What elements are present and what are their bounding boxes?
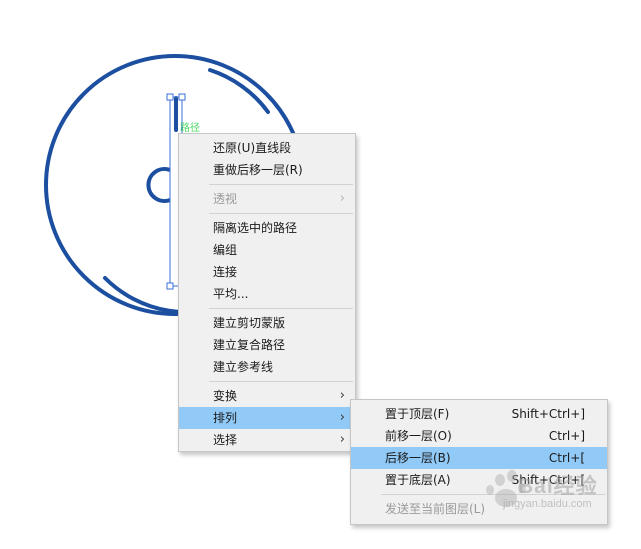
watermark-text: Bai经验 xyxy=(518,475,598,498)
bounding-handle-bottom-left[interactable] xyxy=(166,282,174,290)
bounding-handle-top-right[interactable] xyxy=(178,93,186,101)
chevron-right-icon: › xyxy=(339,410,345,425)
path-anchor-label: 路径 xyxy=(180,123,200,134)
menu-item-make-guides[interactable]: 建立参考线 xyxy=(179,356,355,378)
menu-item-label: 重做后移一层(R) xyxy=(213,163,303,177)
menu-item-transform[interactable]: 变换 › xyxy=(179,385,355,407)
chevron-right-icon: › xyxy=(339,191,345,206)
bounding-handle-top-left[interactable] xyxy=(166,93,174,101)
menu-item-make-compound-path[interactable]: 建立复合路径 xyxy=(179,334,355,356)
menu-item-label: 平均... xyxy=(213,287,249,301)
menu-item-label: 后移一层(B) xyxy=(385,451,451,465)
menu-item-label: 还原(U)直线段 xyxy=(213,141,292,155)
menu-item-select[interactable]: 选择 › xyxy=(179,429,355,451)
menu-item-average[interactable]: 平均... xyxy=(179,283,355,305)
menu-item-perspective: 透视 › xyxy=(179,188,355,210)
menu-item-label: 建立复合路径 xyxy=(213,338,286,352)
menu-item-label: 前移一层(O) xyxy=(385,429,452,443)
menu-separator xyxy=(209,184,353,185)
chevron-right-icon: › xyxy=(339,388,345,403)
menu-item-group[interactable]: 编组 xyxy=(179,239,355,261)
menu-item-label: 编组 xyxy=(213,243,238,257)
menu-separator xyxy=(209,381,353,382)
menu-item-label: 隔离选中的路径 xyxy=(213,221,298,235)
menu-item-label: 变换 xyxy=(213,389,238,403)
menu-item-label: 置于底层(A) xyxy=(385,473,451,487)
menu-separator xyxy=(209,213,353,214)
menu-item-label: 排列 xyxy=(213,411,238,425)
menu-separator xyxy=(209,308,353,309)
menu-item-label: 建立参考线 xyxy=(213,360,274,374)
menu-item-label: 连接 xyxy=(213,265,238,279)
shortcut-label: Ctrl+] xyxy=(548,429,585,443)
menu-item-redo[interactable]: 重做后移一层(R) xyxy=(179,159,355,181)
submenu-item-bring-to-front[interactable]: 置于顶层(F) Shift+Ctrl+] xyxy=(351,403,607,425)
menu-item-make-clipping-mask[interactable]: 建立剪切蒙版 xyxy=(179,312,355,334)
menu-item-label: 建立剪切蒙版 xyxy=(213,316,286,330)
menu-item-undo[interactable]: 还原(U)直线段 xyxy=(179,137,355,159)
menu-item-join[interactable]: 连接 xyxy=(179,261,355,283)
shortcut-label: Shift+Ctrl+] xyxy=(511,407,585,421)
menu-item-arrange[interactable]: 排列 › xyxy=(179,407,355,429)
menu-item-label: 选择 xyxy=(213,433,238,447)
watermark-url: jingyan.baidu.com xyxy=(503,498,592,510)
menu-item-isolate-path[interactable]: 隔离选中的路径 xyxy=(179,217,355,239)
inner-arc-top-path[interactable] xyxy=(208,68,270,114)
menu-item-label: 置于顶层(F) xyxy=(385,407,450,421)
submenu-item-bring-forward[interactable]: 前移一层(O) Ctrl+] xyxy=(351,425,607,447)
menu-item-label: 透视 xyxy=(213,192,238,206)
context-menu: 还原(U)直线段 重做后移一层(R) 透视 › 隔离选中的路径 编组 连接 平均.… xyxy=(178,133,356,452)
chevron-right-icon: › xyxy=(339,432,345,447)
center-ring-path[interactable] xyxy=(146,167,171,203)
